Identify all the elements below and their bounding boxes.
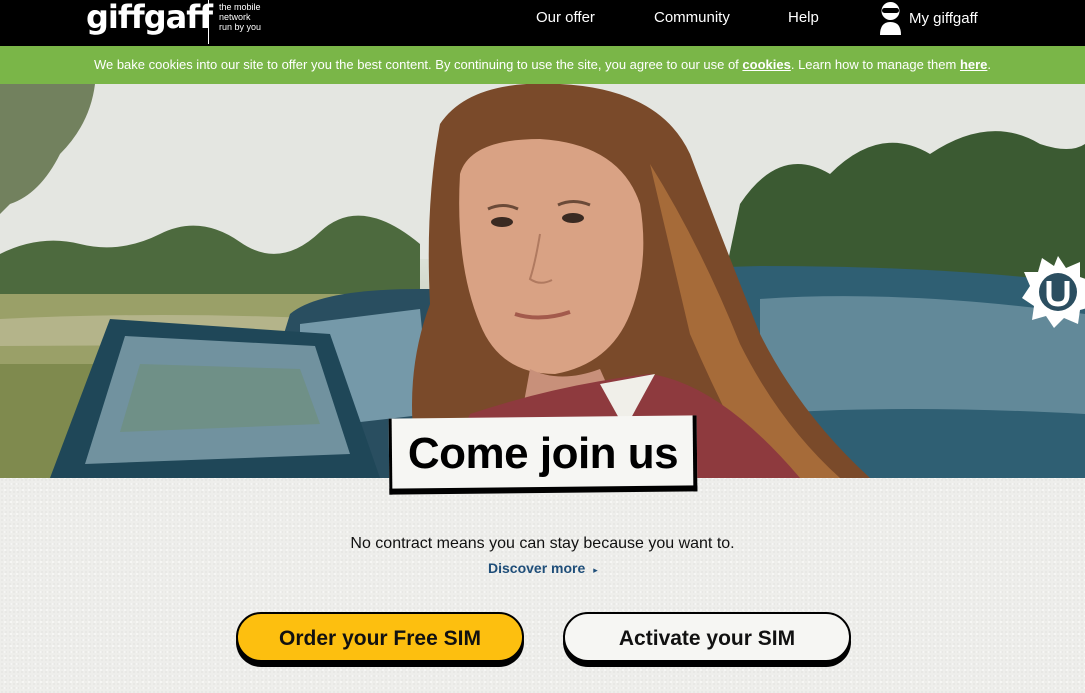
user-avatar-icon (880, 2, 901, 35)
cookie-banner: We bake cookies into our site to offer y… (0, 46, 1085, 84)
hero-headline: Come join us (407, 429, 679, 478)
order-free-sim-button[interactable]: Order your Free SIM (236, 612, 524, 662)
activate-sim-button[interactable]: Activate your SIM (563, 612, 851, 662)
cookie-text-before: We bake cookies into our site to offer y… (93, 57, 743, 72)
nav-my-giffgaff[interactable]: My giffgaff (878, 0, 978, 36)
manage-cookies-link[interactable]: here (960, 57, 987, 72)
nav-community[interactable]: Community (654, 0, 730, 36)
cookie-text-after: . (987, 57, 992, 72)
cookie-text-middle: . Learn how to manage them (790, 57, 960, 72)
cookies-link[interactable]: cookies (742, 57, 790, 72)
headline-card: Come join us (388, 415, 699, 497)
join-section (0, 478, 1085, 693)
logo-tagline: the mobile network run by you (219, 2, 289, 32)
no-contract-text: No contract means you can stay because y… (350, 535, 735, 552)
discover-more-label: Discover more (488, 560, 586, 576)
tagline-line-3: run by you (219, 22, 262, 32)
top-navigation: giffgaff the mobile network run by you O… (0, 0, 1085, 46)
logo-divider (208, 0, 209, 44)
play-arrow-icon: ▸ (593, 565, 598, 575)
discover-more-link[interactable]: Discover more ▸ (488, 560, 598, 576)
giffgaff-logo[interactable]: giffgaff (86, 0, 213, 34)
my-giffgaff-label: My giffgaff (909, 9, 978, 27)
tagline-line-2: network (219, 12, 251, 22)
nav-our-offer[interactable]: Our offer (536, 0, 595, 36)
sunburst-u-icon[interactable] (1018, 254, 1085, 329)
tagline-line-1: the mobile (219, 2, 261, 12)
nav-help[interactable]: Help (788, 0, 819, 36)
